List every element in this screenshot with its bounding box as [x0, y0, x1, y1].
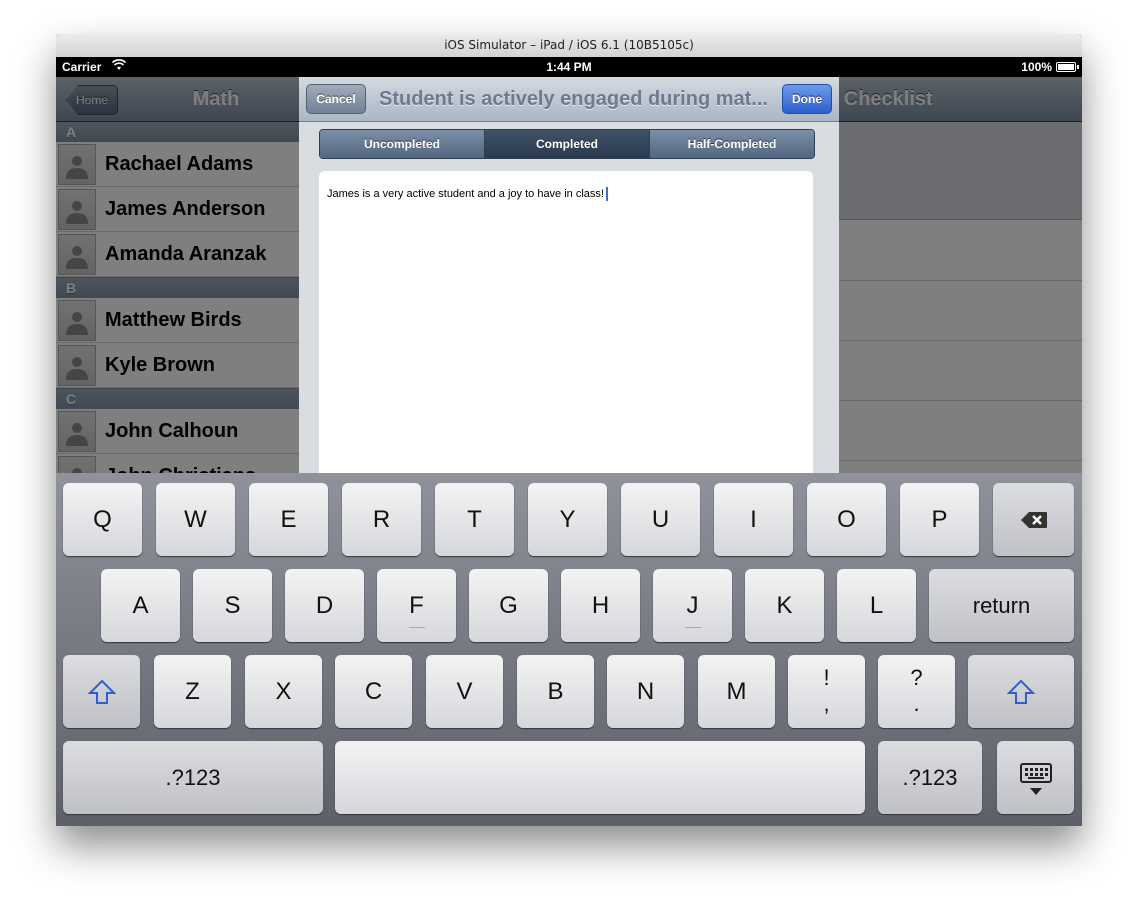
segment-half-completed[interactable]: Half-Completed	[650, 130, 814, 158]
note-text: James is a very active student and a joy…	[327, 187, 604, 200]
key-label-top: ?	[910, 665, 923, 690]
keyboard-dismiss-icon	[1019, 763, 1052, 795]
key-label: X	[275, 678, 292, 705]
key-label: L	[869, 592, 884, 619]
segment-uncompleted[interactable]: Uncompleted	[320, 130, 485, 158]
key-w[interactable]: W	[156, 483, 235, 556]
space-bar[interactable]	[335, 741, 865, 814]
key-c[interactable]: C	[335, 655, 412, 728]
key-d[interactable]: D	[285, 569, 364, 642]
key-label: F	[409, 592, 424, 619]
key-label: I	[750, 506, 757, 533]
key-label: B	[547, 678, 564, 705]
status-time: 1:44 PM	[546, 60, 592, 74]
key-label: A	[132, 592, 149, 619]
key-r[interactable]: R	[342, 483, 421, 556]
cancel-button[interactable]: Cancel	[306, 84, 366, 114]
numbers-key-right[interactable]: .?123	[878, 741, 982, 814]
key-label: W	[184, 506, 207, 533]
key-e[interactable]: E	[249, 483, 328, 556]
key-t[interactable]: T	[435, 483, 514, 556]
shift-key-right[interactable]	[968, 655, 1074, 728]
key-label-bottom: ,	[823, 691, 830, 716]
shift-icon	[87, 679, 116, 704]
onscreen-keyboard: Q W E R T Y U I O P A S D F G H J K L re…	[56, 473, 1082, 826]
shift-key-left[interactable]	[63, 655, 140, 728]
key-label-top: !	[823, 665, 830, 690]
key-u[interactable]: U	[621, 483, 700, 556]
key-k[interactable]: K	[745, 569, 824, 642]
battery-icon	[1056, 62, 1079, 72]
key-label: Z	[185, 678, 200, 705]
home-key-marker	[684, 627, 701, 628]
key-label: D	[315, 592, 334, 619]
completion-segmented-control: Uncompleted Completed Half-Completed	[319, 129, 815, 159]
key-o[interactable]: O	[807, 483, 886, 556]
key-x[interactable]: X	[245, 655, 322, 728]
key-label: Q	[93, 506, 112, 533]
battery-percent: 100%	[1021, 60, 1052, 74]
key-b[interactable]: B	[517, 655, 594, 728]
key-label: R	[372, 506, 391, 533]
key-n[interactable]: N	[607, 655, 684, 728]
key-label: J	[686, 592, 699, 619]
key-label: O	[837, 506, 856, 533]
key-h[interactable]: H	[561, 569, 640, 642]
key-l[interactable]: L	[837, 569, 916, 642]
backspace-icon	[1020, 512, 1047, 528]
modal-navbar: Cancel Student is actively engaged durin…	[299, 77, 839, 122]
key-label: Y	[559, 506, 576, 533]
key-label: S	[224, 592, 241, 619]
key-y[interactable]: Y	[528, 483, 607, 556]
numbers-key-left[interactable]: .?123	[63, 741, 323, 814]
key-z[interactable]: Z	[154, 655, 231, 728]
note-text-view[interactable]: James is a very active student and a joy…	[319, 171, 813, 481]
key-label: .?123	[902, 765, 958, 790]
key-label: return	[972, 593, 1031, 618]
done-button[interactable]: Done	[782, 84, 832, 114]
key-label: H	[591, 592, 610, 619]
key-label: U	[651, 506, 670, 533]
key-p[interactable]: P	[900, 483, 979, 556]
modal-title: Student is actively engaged during mat..…	[379, 88, 768, 110]
key-g[interactable]: G	[469, 569, 548, 642]
return-key[interactable]: return	[929, 569, 1074, 642]
home-key-marker	[408, 627, 425, 628]
key-label-bottom: .	[913, 691, 920, 716]
dismiss-keyboard-key[interactable]	[997, 741, 1074, 814]
key-label: V	[456, 678, 473, 705]
key-exclamation-comma[interactable]: !,	[788, 655, 865, 728]
key-v[interactable]: V	[426, 655, 503, 728]
key-j[interactable]: J	[653, 569, 732, 642]
simulator-window: iOS Simulator – iPad / iOS 6.1 (10B5105c…	[56, 34, 1082, 826]
key-label: K	[776, 592, 793, 619]
key-label: T	[467, 506, 482, 533]
key-s[interactable]: S	[193, 569, 272, 642]
key-label: .?123	[165, 765, 221, 790]
key-f[interactable]: F	[377, 569, 456, 642]
app-area: › › › › › A Rachael Adams James Anderson	[56, 77, 1082, 521]
shift-icon	[1007, 679, 1035, 704]
key-label: E	[280, 506, 297, 533]
key-m[interactable]: M	[698, 655, 775, 728]
text-caret	[605, 187, 608, 201]
note-text-wrap: James is a very active student and a joy…	[327, 187, 608, 201]
key-i[interactable]: I	[714, 483, 793, 556]
window-titlebar: iOS Simulator – iPad / iOS 6.1 (10B5105c…	[56, 34, 1082, 58]
segment-completed[interactable]: Completed	[485, 130, 650, 158]
key-label: C	[364, 678, 383, 705]
key-label: M	[726, 678, 747, 705]
key-q[interactable]: Q	[63, 483, 142, 556]
edit-note-modal: Cancel Student is actively engaged durin…	[299, 77, 839, 481]
key-label: P	[931, 506, 948, 533]
key-question-period[interactable]: ?.	[878, 655, 955, 728]
key-label: N	[636, 678, 655, 705]
delete-key[interactable]	[993, 483, 1074, 556]
key-a[interactable]: A	[101, 569, 180, 642]
status-bar: Carrier 1:44 PM 100%	[56, 57, 1082, 77]
key-label: G	[499, 592, 518, 619]
